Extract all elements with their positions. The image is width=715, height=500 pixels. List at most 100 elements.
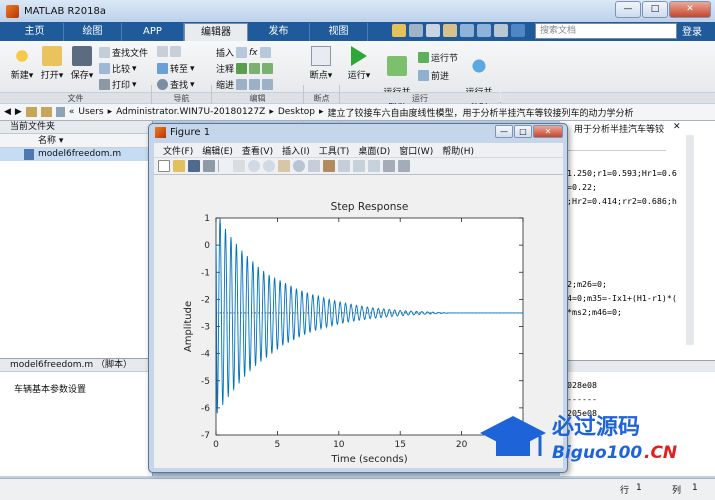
crumb-admin[interactable]: Administrator.WIN7U-20180127Z [116, 107, 265, 117]
login-button[interactable]: 登录 [682, 23, 702, 38]
tab-publish[interactable]: 发布 [248, 23, 310, 41]
print-icon [99, 79, 110, 90]
maximize-button[interactable]: □ [642, 1, 668, 18]
editor-close-icon[interactable]: ✕ [673, 122, 681, 132]
indent-button[interactable]: 缩进 [216, 78, 274, 91]
menu-desktop[interactable]: 桌面(D) [358, 144, 390, 157]
back-icon[interactable]: ◀ [4, 107, 11, 117]
menu-view[interactable]: 查看(V) [242, 144, 273, 157]
comment-3-icon [262, 63, 274, 74]
paste-quick-icon[interactable] [443, 24, 457, 37]
run-section-button[interactable]: 运行节 [418, 51, 458, 64]
switch-windows-icon[interactable] [494, 24, 508, 37]
figure-title: Figure 1 [170, 127, 211, 138]
compare-icon [99, 63, 110, 74]
figure-minimize-button[interactable]: — [495, 125, 513, 138]
brush-icon[interactable] [323, 160, 335, 172]
menu-window[interactable]: 窗口(W) [399, 144, 433, 157]
crumb-0[interactable]: « [69, 107, 75, 117]
editor-scrollbar[interactable] [686, 135, 694, 345]
file-details-panel: model6freedom.m （脚本） 车辆基本参数设置 [0, 358, 153, 476]
menu-edit[interactable]: 编辑(E) [202, 144, 233, 157]
minimize-button[interactable]: — [615, 1, 641, 18]
crumb-desktop[interactable]: Desktop [278, 107, 315, 117]
crumb-project[interactable]: 建立了铰接车六自由度线性模型，用于分析半挂汽车等铰接列车的动力学分析 [328, 106, 634, 119]
forward-icon[interactable]: ▶ [15, 107, 22, 117]
menu-insert[interactable]: 插入(I) [282, 144, 310, 157]
nav-arrows[interactable] [157, 46, 181, 57]
search-docs-input[interactable]: 搜索文档 [535, 23, 677, 39]
figure-logo-icon [155, 127, 166, 138]
menu-tools[interactable]: 工具(T) [319, 144, 350, 157]
compare-button[interactable]: 比较 ▾ [99, 62, 137, 75]
crumb-users[interactable]: Users [78, 107, 103, 117]
status-bar: 行 1 列 1 [0, 478, 715, 500]
tab-home[interactable]: 主页 [6, 23, 64, 41]
new-button[interactable]: 新建▾ [8, 46, 36, 81]
print-figure-icon[interactable] [203, 160, 215, 172]
link-plot-icon[interactable] [338, 160, 350, 172]
advance-button[interactable]: 前进 [418, 69, 449, 82]
legend-icon[interactable] [368, 160, 380, 172]
watermark-tld-text: .CN [644, 443, 677, 463]
chart-title: Step Response [331, 201, 409, 213]
run-button[interactable]: 运行▾ [344, 46, 374, 81]
open-figure-icon[interactable] [173, 160, 185, 172]
tab-editor[interactable]: 编辑器 [184, 23, 248, 41]
edit-plot-arrow-icon[interactable] [233, 160, 245, 172]
goto-button[interactable]: 转至 ▾ [157, 62, 195, 75]
figure-maximize-button[interactable]: □ [514, 125, 532, 138]
tab-plots[interactable]: 绘图 [64, 23, 122, 41]
x-tick-label-0: 0 [213, 440, 219, 450]
y-tick-label-0: 1 [204, 214, 210, 224]
figure-menubar: 文件(F) 编辑(E) 查看(V) 插入(I) 工具(T) 桌面(D) 窗口(W… [154, 143, 563, 157]
name-column-header[interactable]: 名称 ▾ [0, 134, 152, 148]
undo-quick-icon[interactable] [460, 24, 474, 37]
hide-plot-tools-icon[interactable] [383, 160, 395, 172]
figure-close-button[interactable]: ✕ [533, 125, 563, 138]
save-button[interactable]: 保存▾ [68, 46, 96, 81]
file-item[interactable]: model6freedom.m [0, 148, 152, 161]
colorbar-icon[interactable] [353, 160, 365, 172]
x-axis-label: Time (seconds) [330, 454, 407, 465]
insert-icon [236, 47, 248, 58]
find-button[interactable]: 查找 ▾ [157, 78, 195, 91]
run-time-clock-icon [469, 56, 489, 76]
pan-hand-icon[interactable] [278, 160, 290, 172]
comment-button[interactable]: 注释 [216, 62, 274, 75]
find-files-button[interactable]: 查找文件 [99, 46, 148, 59]
print-button[interactable]: 打印 ▾ [99, 78, 137, 91]
breakpoints-button[interactable]: 断点▾ [307, 46, 335, 81]
menu-file[interactable]: 文件(F) [163, 144, 193, 157]
x-tick-label-2: 10 [333, 440, 345, 450]
zoom-in-icon[interactable] [248, 160, 260, 172]
redo-quick-icon[interactable] [477, 24, 491, 37]
rotate-3d-icon[interactable] [293, 160, 305, 172]
close-button[interactable]: ✕ [669, 1, 711, 18]
fx-button[interactable]: fx [249, 48, 258, 58]
file-details-text: 车辆基本参数设置 [14, 385, 87, 395]
tab-apps[interactable]: APP [122, 23, 184, 41]
copy-quick-icon[interactable] [426, 24, 440, 37]
tab-view[interactable]: 视图 [310, 23, 368, 41]
open-button[interactable]: 打开▾ [38, 46, 66, 81]
save-quick-icon[interactable] [392, 24, 406, 37]
matlab-logo-icon [6, 4, 19, 18]
new-figure-icon[interactable] [158, 160, 170, 172]
help-quick-icon[interactable] [511, 24, 525, 37]
address-bar[interactable]: ◀ ▶ « Users ▸ Administrator.WIN7U-201801… [0, 104, 715, 121]
data-cursor-icon[interactable] [308, 160, 320, 172]
zoom-out-icon[interactable] [263, 160, 275, 172]
menu-help[interactable]: 帮助(H) [442, 144, 474, 157]
cut-quick-icon[interactable] [409, 24, 423, 37]
quick-access-toolbar [392, 24, 525, 37]
code-line-6: *ms2;m46=0; [567, 307, 622, 317]
save-figure-icon[interactable] [188, 160, 200, 172]
figure-toolbar [154, 157, 563, 175]
browse-folder-icon[interactable] [40, 107, 52, 117]
up-folder-icon[interactable] [25, 107, 37, 117]
show-plot-tools-icon[interactable] [398, 160, 410, 172]
save-disk-icon [72, 46, 92, 66]
insert-button[interactable]: 插入 fx [216, 46, 271, 59]
row-value: 1 [636, 483, 642, 493]
